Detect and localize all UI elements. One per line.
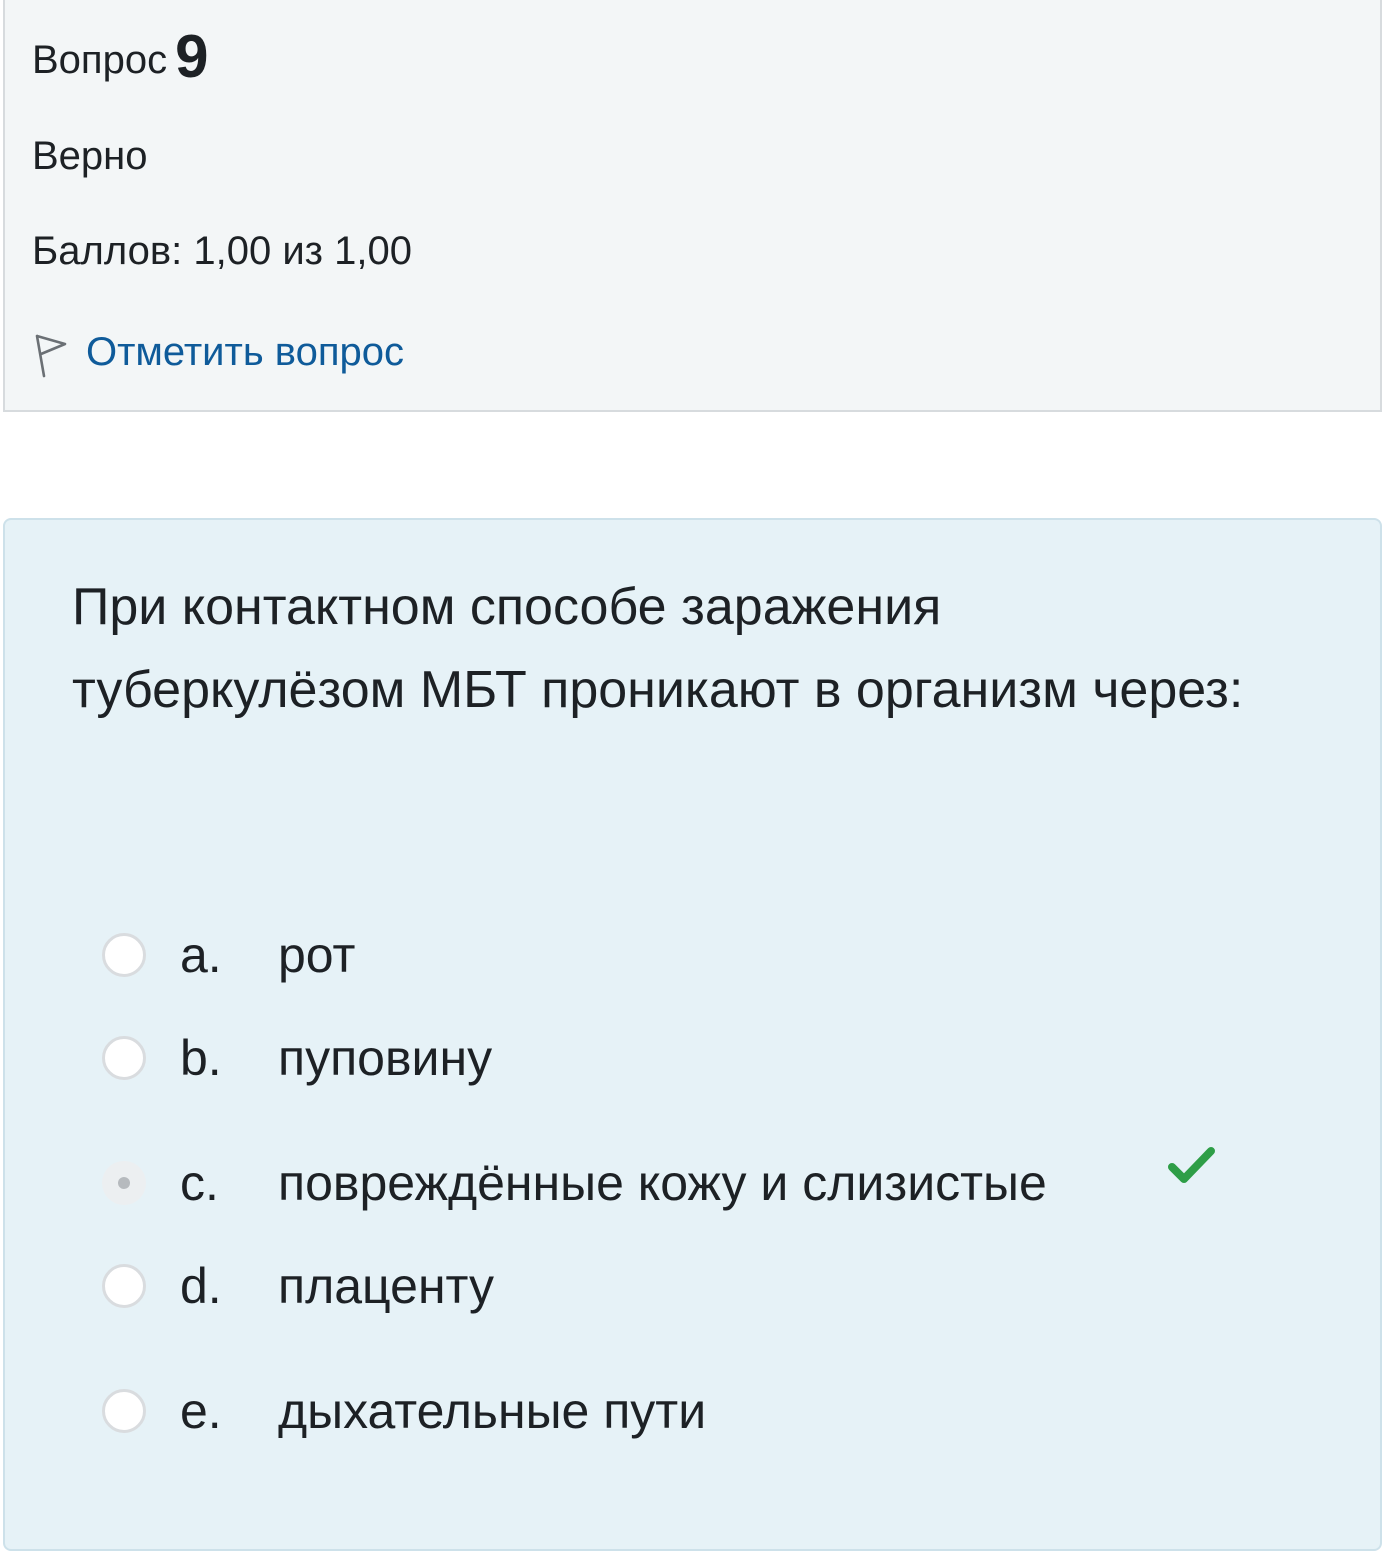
question-grade: Баллов: 1,00 из 1,00 bbox=[32, 229, 412, 273]
answer-option-a[interactable]: a. рот bbox=[102, 925, 355, 985]
answer-d-radio[interactable] bbox=[102, 1264, 146, 1308]
answer-e-text: дыхательные пути bbox=[278, 1383, 707, 1439]
answer-e-letter: e. bbox=[180, 1383, 222, 1439]
answer-option-d[interactable]: d. плаценту bbox=[102, 1256, 494, 1316]
flag-question-link[interactable]: Отметить вопрос bbox=[32, 326, 404, 378]
answer-a-letter: a. bbox=[180, 927, 222, 983]
answer-b-text: пуповину bbox=[278, 1030, 493, 1086]
question-state: Верно bbox=[32, 134, 148, 178]
question-heading: Вопрос 9 bbox=[32, 22, 208, 91]
flag-question-label: Отметить вопрос bbox=[86, 329, 404, 374]
answer-b-letter: b. bbox=[180, 1030, 222, 1086]
question-text: При контактном способе заражения туберку… bbox=[72, 578, 1244, 719]
answer-option-c[interactable]: c. повреждённые кожу и слизистые bbox=[102, 1153, 1047, 1213]
flag-icon bbox=[35, 334, 67, 378]
answer-d-letter: d. bbox=[180, 1258, 222, 1314]
question-number: 9 bbox=[175, 23, 209, 90]
answer-e-radio[interactable] bbox=[102, 1389, 146, 1433]
answer-option-b[interactable]: b. пуповину bbox=[102, 1028, 492, 1088]
answer-a-radio[interactable] bbox=[102, 933, 146, 977]
question-label: Вопрос bbox=[32, 38, 168, 82]
answer-option-e[interactable]: e. дыхательные пути bbox=[102, 1381, 706, 1441]
correct-check-icon bbox=[1168, 1147, 1215, 1183]
answer-a-text: рот bbox=[278, 927, 356, 983]
answer-b-radio[interactable] bbox=[102, 1036, 146, 1080]
answer-d-text: плаценту bbox=[278, 1258, 495, 1314]
answer-c-radio[interactable] bbox=[102, 1161, 146, 1205]
answer-c-letter: c. bbox=[180, 1155, 219, 1211]
answer-c-text: повреждённые кожу и слизистые bbox=[278, 1155, 1047, 1211]
